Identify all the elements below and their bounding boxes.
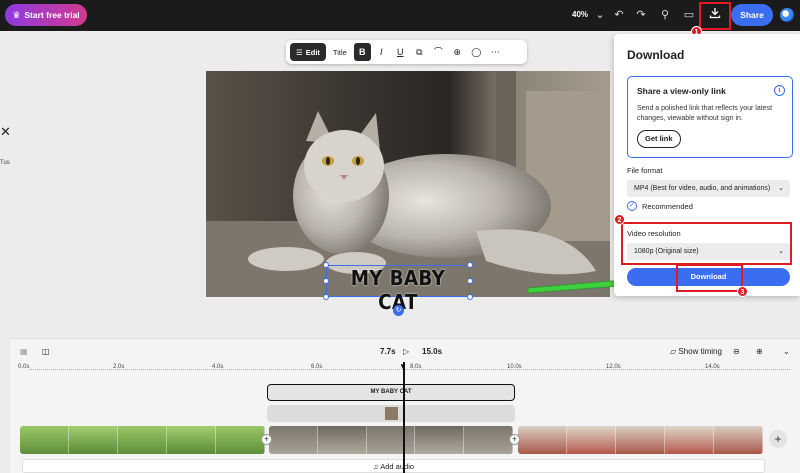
image-thumbnail bbox=[385, 407, 398, 420]
left-panel-label: Tus bbox=[0, 160, 10, 166]
add-audio-button[interactable]: ♫ Add audio bbox=[22, 459, 765, 473]
avatar[interactable] bbox=[780, 8, 794, 22]
more-icon[interactable]: ⋯ bbox=[487, 43, 504, 61]
step-badge-3: 3 bbox=[737, 286, 748, 297]
close-icon[interactable]: ✕ bbox=[0, 124, 11, 140]
get-link-button[interactable]: Get link bbox=[637, 130, 681, 148]
left-panel-edge: ✕ Tus bbox=[0, 108, 11, 168]
download-button-highlight-box bbox=[676, 264, 743, 292]
ruler-label: 12.0s bbox=[606, 364, 621, 370]
copy-style-icon[interactable]: ⧉ bbox=[411, 43, 428, 61]
bold-icon[interactable]: B bbox=[353, 43, 371, 61]
playhead-marker-icon[interactable]: ▼ bbox=[399, 362, 407, 371]
add-audio-label: Add audio bbox=[380, 462, 415, 471]
video-clip[interactable] bbox=[518, 426, 763, 454]
chevron-down-icon: ⌄ bbox=[778, 185, 784, 192]
video-clip[interactable] bbox=[20, 426, 265, 454]
text-track-label: MY BABY CAT bbox=[370, 389, 412, 395]
comment-icon[interactable]: ◯ bbox=[468, 43, 485, 61]
ruler-label: 8.0s bbox=[410, 364, 422, 370]
resize-handle[interactable] bbox=[323, 262, 329, 268]
share-card-title: Share a view-only link bbox=[637, 86, 726, 96]
resize-handle[interactable] bbox=[323, 278, 329, 284]
paint-icon[interactable]: ⌒ bbox=[430, 43, 447, 61]
ruler-label: 6.0s bbox=[311, 364, 323, 370]
edit-button[interactable]: ☰ Edit bbox=[290, 43, 326, 61]
play-icon[interactable]: ▷ bbox=[403, 347, 409, 356]
file-format-value: MP4 (Best for video, audio, and animatio… bbox=[634, 185, 771, 192]
ruler-label: 0.0s bbox=[18, 364, 30, 370]
zoom-in-icon[interactable]: ⊕ bbox=[756, 347, 763, 356]
text-toolbar: ☰ Edit Title B I U ⧉ ⌒ ⊕ ◯ ⋯ bbox=[286, 40, 527, 64]
check-circle-icon: ✓ bbox=[627, 201, 637, 211]
rotate-icon[interactable]: ↻ bbox=[393, 305, 404, 316]
underline-icon[interactable]: U bbox=[392, 43, 409, 61]
image-track-clip[interactable] bbox=[267, 405, 515, 422]
ruler-label: 2.0s bbox=[113, 364, 125, 370]
resize-handle[interactable] bbox=[467, 278, 473, 284]
collapse-icon[interactable]: ⌄ bbox=[783, 347, 790, 356]
ruler-label: 4.0s bbox=[212, 364, 224, 370]
redo-icon[interactable]: ↷ bbox=[633, 7, 649, 23]
video-clip[interactable] bbox=[269, 426, 513, 454]
playhead[interactable] bbox=[403, 362, 405, 473]
resize-handle[interactable] bbox=[467, 294, 473, 300]
share-button[interactable]: Share bbox=[731, 4, 773, 26]
resize-handle[interactable] bbox=[323, 294, 329, 300]
recommended-label: Recommended bbox=[642, 201, 693, 211]
text-track-clip[interactable]: MY BABY CAT bbox=[267, 384, 515, 401]
ruler-label: 14.0s bbox=[705, 364, 720, 370]
accessibility-icon[interactable]: ⚲ bbox=[657, 7, 673, 23]
total-time: 15.0s bbox=[422, 347, 443, 356]
start-free-trial-label: Start free trial bbox=[24, 10, 80, 20]
share-label: Share bbox=[740, 10, 764, 20]
title-style-button[interactable]: Title bbox=[328, 48, 352, 57]
cat-photo[interactable] bbox=[206, 71, 610, 297]
lock-icon[interactable]: ⊕ bbox=[449, 43, 466, 61]
file-format-label: File format bbox=[627, 166, 663, 175]
edit-label: Edit bbox=[305, 47, 320, 57]
info-icon[interactable]: i bbox=[774, 85, 785, 96]
crown-icon: ♛ bbox=[12, 9, 21, 20]
split-icon[interactable]: ◫ bbox=[42, 347, 50, 356]
show-timing-label: Show timing bbox=[678, 347, 722, 356]
video-resolution-highlight-box bbox=[621, 222, 792, 265]
share-card-description: Send a polished link that reflects your … bbox=[637, 105, 773, 122]
share-link-card: Share a view-only link i Send a polished… bbox=[627, 76, 793, 158]
download-panel-title: Download bbox=[627, 48, 685, 62]
zoom-out-icon[interactable]: ⊖ bbox=[733, 347, 740, 356]
zoom-level[interactable]: 40% bbox=[572, 10, 588, 19]
sliders-icon: ☰ bbox=[296, 47, 303, 57]
comment-icon[interactable]: ▭ bbox=[681, 7, 697, 23]
start-free-trial-button[interactable]: ♛ Start free trial bbox=[5, 4, 87, 26]
add-clip-icon[interactable]: + bbox=[509, 434, 520, 445]
add-track-button[interactable]: + bbox=[769, 430, 787, 448]
undo-icon[interactable]: ↶ bbox=[611, 7, 627, 23]
chevron-down-icon[interactable]: ⌄ bbox=[592, 7, 608, 23]
ruler-label: 10.0s bbox=[507, 364, 522, 370]
italic-icon[interactable]: I bbox=[373, 43, 390, 61]
grid-icon[interactable]: ▦ bbox=[20, 347, 28, 356]
download-highlight-box bbox=[699, 2, 731, 30]
current-time: 7.7s bbox=[380, 347, 396, 356]
add-clip-icon[interactable]: + bbox=[261, 434, 272, 445]
show-timing-button[interactable]: ⏥ Show timing bbox=[670, 347, 722, 356]
resize-handle[interactable] bbox=[467, 262, 473, 268]
step-badge-2: 2 bbox=[614, 214, 625, 225]
top-bar: ♛ Start free trial 40% ⌄ ↶ ↷ ⚲ ▭ Share bbox=[0, 0, 800, 31]
file-format-select[interactable]: MP4 (Best for video, audio, and animatio… bbox=[627, 180, 790, 197]
recommended-note: ✓ Recommended bbox=[627, 201, 693, 211]
